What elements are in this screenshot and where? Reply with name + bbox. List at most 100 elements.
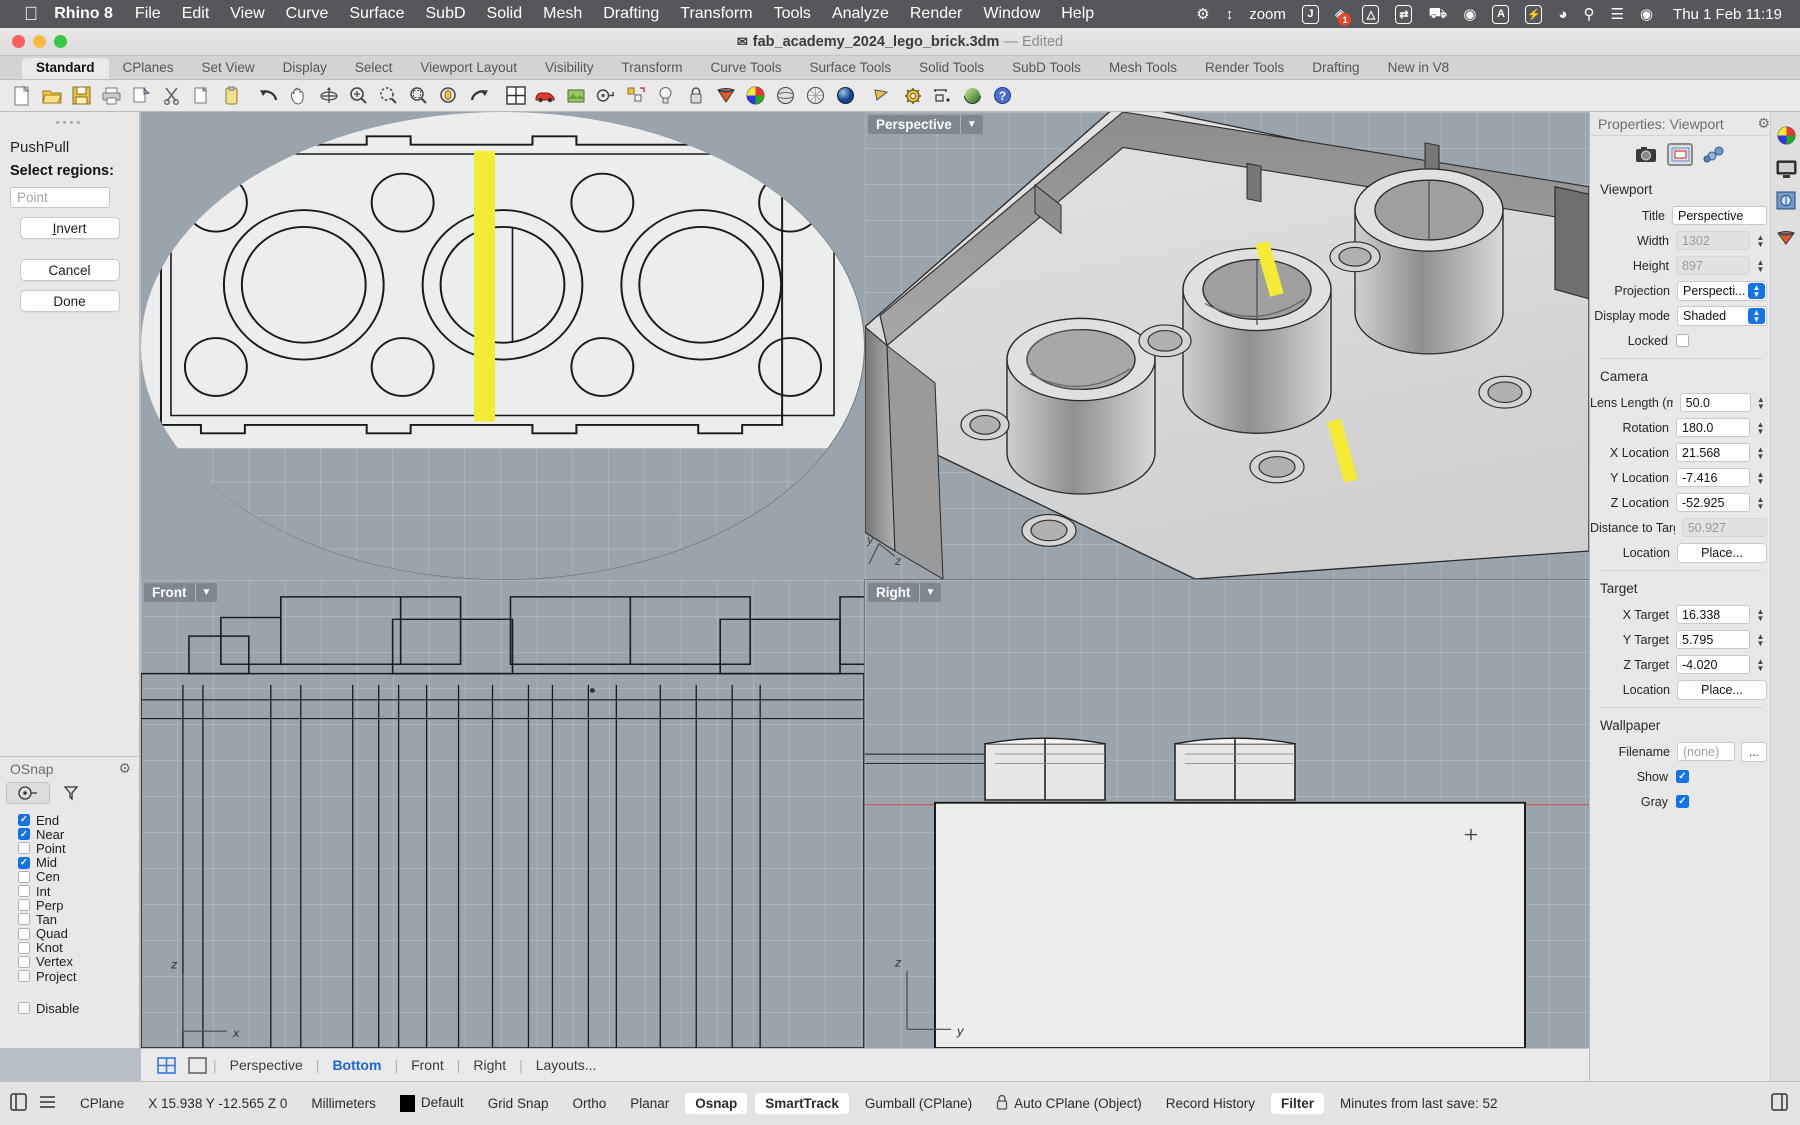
plug-icon[interactable]: ⛟	[1428, 5, 1447, 24]
list-icon[interactable]	[39, 1093, 68, 1114]
zoom-selected-icon[interactable]	[405, 83, 432, 109]
viewport-properties-icon[interactable]	[1667, 143, 1693, 166]
light-icon[interactable]	[652, 83, 679, 109]
osnap-checkbox-near[interactable]	[18, 828, 30, 841]
menu-analyze[interactable]: Analyze	[832, 5, 889, 23]
osnap-option-project[interactable]: Project	[18, 969, 139, 984]
control-center-icon[interactable]: ☰	[1610, 5, 1623, 23]
toolbar-tab-mesh-tools[interactable]: Mesh Tools	[1095, 58, 1191, 79]
pan-icon[interactable]	[285, 83, 312, 109]
menu-app-name[interactable]: Rhino 8	[54, 5, 113, 23]
x-target-stepper[interactable]: ▲ ▼	[1754, 605, 1767, 625]
lens-length-input[interactable]: 50.0	[1679, 393, 1751, 412]
layer-color-swatch[interactable]	[399, 1095, 415, 1112]
siri-icon[interactable]: ◉	[1640, 5, 1653, 23]
viewport-right[interactable]: z y Right ▼	[865, 580, 1589, 1048]
mesh-sphere-icon[interactable]	[802, 83, 829, 109]
osnap-option-tan[interactable]: Tan	[18, 912, 139, 927]
toolbar-tab-standard[interactable]: Standard	[22, 58, 109, 79]
zoom-extents-icon[interactable]	[375, 83, 402, 109]
toolbar-tab-new-in-v8[interactable]: New in V8	[1374, 58, 1464, 79]
record-history-label[interactable]: Record History	[1154, 1096, 1267, 1111]
render-preview-icon[interactable]	[562, 83, 589, 109]
osnap-checkbox-disable[interactable]	[18, 1002, 30, 1015]
zoom-window-icon[interactable]	[345, 83, 372, 109]
osnap-checkbox-knot[interactable]	[18, 941, 30, 954]
car-render-icon[interactable]	[532, 83, 559, 109]
rotation-input[interactable]: 180.0	[1676, 418, 1750, 437]
units-label[interactable]: Millimeters	[299, 1096, 388, 1111]
vptab-front[interactable]: Front	[398, 1057, 457, 1073]
lens-length-stepper[interactable]: ▲ ▼	[1755, 393, 1767, 413]
drive-icon[interactable]: △	[1362, 4, 1380, 24]
osnap-checkbox-project[interactable]	[18, 970, 30, 983]
x-location-stepper[interactable]: ▲ ▼	[1754, 443, 1767, 463]
menu-solid[interactable]: Solid	[487, 5, 523, 23]
apple-logo-icon[interactable]: 	[24, 5, 38, 24]
z-target-input[interactable]: -4.020	[1676, 655, 1750, 674]
osnap-checkbox-cen[interactable]	[18, 870, 30, 883]
undo-icon[interactable]	[255, 83, 282, 109]
viewport-height-stepper[interactable]: ▲ ▼	[1754, 256, 1767, 276]
projection-select[interactable]: Perspecti... ▲ ▼	[1677, 280, 1767, 301]
copy-icon[interactable]	[188, 83, 215, 109]
redo-rotate-icon[interactable]	[465, 83, 492, 109]
osnap-option-mid[interactable]: Mid	[18, 855, 139, 870]
toggle-gumball[interactable]: Gumball (CPlane)	[853, 1096, 984, 1111]
color-wheel-icon[interactable]	[742, 83, 769, 109]
toolbar-tab-curve-tools[interactable]: Curve Tools	[696, 58, 795, 79]
surface-icon[interactable]	[712, 83, 739, 109]
jamf-icon[interactable]: J	[1301, 4, 1319, 24]
menu-curve[interactable]: Curve	[286, 5, 329, 23]
toolbar-tab-surface-tools[interactable]: Surface Tools	[796, 58, 906, 79]
osnap-tab-points[interactable]	[6, 782, 50, 804]
material-icon[interactable]	[1771, 220, 1800, 254]
osnap-checkbox-perp[interactable]	[18, 899, 30, 912]
viewport-bottom[interactable]: x y Bottom ▼	[141, 112, 865, 580]
keyboard-input-icon[interactable]: A	[1492, 4, 1510, 24]
viewport-locked-checkbox[interactable]	[1676, 334, 1689, 347]
toggle-ortho[interactable]: Ortho	[560, 1096, 618, 1111]
layers-icon[interactable]	[592, 83, 619, 109]
color-wheel-icon[interactable]	[1771, 118, 1800, 152]
osnap-option-vertex[interactable]: Vertex	[18, 954, 139, 969]
menu-drafting[interactable]: Drafting	[603, 5, 659, 23]
toolbar-tab-viewport-layout[interactable]: Viewport Layout	[406, 58, 531, 79]
menu-edit[interactable]: Edit	[182, 5, 210, 23]
chevron-down-icon[interactable]: ▼	[918, 583, 942, 602]
wallpaper-show-checkbox[interactable]	[1676, 770, 1689, 783]
menu-transform[interactable]: Transform	[680, 5, 752, 23]
save-icon[interactable]	[68, 83, 95, 109]
viewport-height-input[interactable]: 897	[1676, 256, 1750, 275]
osnap-option-knot[interactable]: Knot	[18, 940, 139, 955]
copy-to-clipboard-icon[interactable]	[128, 83, 155, 109]
y-target-stepper[interactable]: ▲ ▼	[1754, 630, 1767, 650]
toggle-osnap[interactable]: Osnap	[685, 1093, 748, 1114]
osnap-checkbox-tan[interactable]	[18, 913, 30, 926]
wallpaper-filename-input[interactable]: (none)	[1677, 742, 1735, 761]
osnap-tab-filter[interactable]	[50, 782, 94, 804]
toolbar-tab-solid-tools[interactable]: Solid Tools	[905, 58, 998, 79]
paste-icon[interactable]	[218, 83, 245, 109]
toggle-planar[interactable]: Planar	[618, 1096, 681, 1111]
command-point-input[interactable]: Point	[10, 187, 110, 208]
osnap-option-quad[interactable]: Quad	[18, 926, 139, 941]
toggle-grid-snap[interactable]: Grid Snap	[476, 1096, 561, 1111]
osnap-option-disable[interactable]: Disable	[18, 1001, 139, 1016]
toolbar-tab-drafting[interactable]: Drafting	[1298, 58, 1373, 79]
screenshot-icon[interactable]: ⇄	[1395, 4, 1413, 24]
menu-mesh[interactable]: Mesh	[543, 5, 582, 23]
chevron-down-icon[interactable]: ▼	[194, 583, 218, 602]
vptab-bottom[interactable]: Bottom	[319, 1057, 394, 1073]
invert-button[interactable]: Invert	[19, 217, 120, 239]
search-icon[interactable]: ⚲	[1583, 5, 1594, 23]
menu-subd[interactable]: SubD	[426, 5, 466, 23]
z-target-stepper[interactable]: ▲ ▼	[1754, 655, 1767, 675]
help-icon[interactable]: ?	[989, 83, 1016, 109]
battery-charging-icon[interactable]: ⚡	[1525, 4, 1543, 24]
rotation-stepper[interactable]: ▲ ▼	[1754, 418, 1767, 438]
lock-icon[interactable]	[682, 83, 709, 109]
wifi-icon[interactable]: ◕	[1558, 6, 1567, 23]
menu-view[interactable]: View	[230, 5, 264, 23]
osnap-option-end[interactable]: End	[18, 813, 139, 828]
